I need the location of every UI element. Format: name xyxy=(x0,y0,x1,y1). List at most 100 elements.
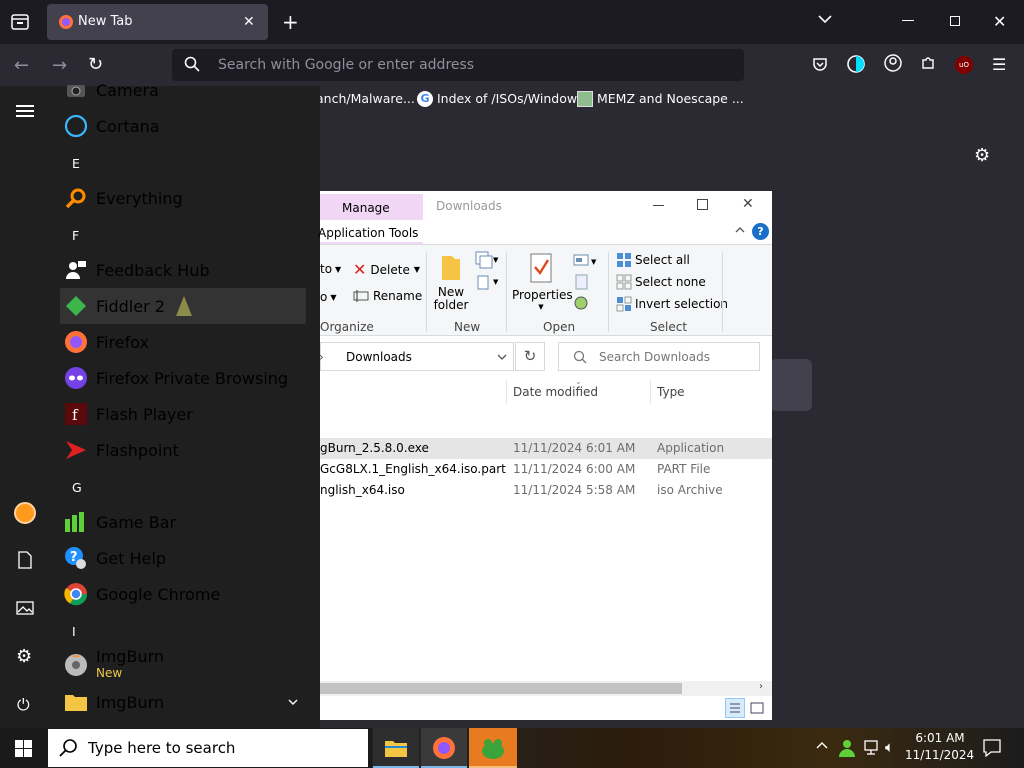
app-label: Flash Player xyxy=(96,404,193,424)
power-icon[interactable]: ⏻ xyxy=(17,695,30,715)
tray-app-person-icon[interactable] xyxy=(838,738,856,758)
scrollbar-thumb[interactable] xyxy=(320,683,682,694)
new-folder-button[interactable]: New folder xyxy=(432,252,470,314)
top-site-tile[interactable] xyxy=(770,359,812,411)
horizontal-scrollbar[interactable]: › xyxy=(320,681,772,696)
start-app-everything[interactable]: Everything xyxy=(60,180,306,216)
rename-button[interactable]: Rename xyxy=(353,289,422,303)
large-icons-view-icon[interactable] xyxy=(749,700,765,716)
ublock-origin-icon[interactable]: uO xyxy=(955,56,973,74)
svg-text:▼: ▼ xyxy=(591,258,597,266)
tab-application-tools[interactable]: Application Tools xyxy=(318,220,423,244)
account-icon[interactable] xyxy=(884,54,902,72)
select-none-button[interactable]: Select none xyxy=(616,274,706,290)
minimize-icon[interactable] xyxy=(653,205,664,206)
documents-icon[interactable] xyxy=(17,551,33,569)
restore-icon[interactable] xyxy=(950,16,960,26)
new-folder-icon xyxy=(442,256,460,280)
bookmark-item[interactable]: Index of /ISOs/Windows xyxy=(437,91,584,106)
invert-selection-button[interactable]: Invert selection xyxy=(616,296,728,312)
breadcrumb[interactable]: › Downloads xyxy=(319,342,514,371)
minimize-icon[interactable] xyxy=(902,20,914,21)
open-icons[interactable]: ▼ xyxy=(572,251,602,315)
maximize-icon[interactable] xyxy=(697,199,708,210)
app-label: ImgBurn xyxy=(96,692,165,712)
show-hidden-icons-chevron-icon[interactable] xyxy=(816,741,828,749)
start-app-flash-player[interactable]: f Flash Player xyxy=(60,396,306,432)
chevron-down-icon[interactable] xyxy=(818,14,832,24)
help-icon[interactable]: ? xyxy=(752,223,769,240)
table-row[interactable]: GcG8LX.1_English_x64.iso.part 11/11/2024… xyxy=(320,459,772,480)
list-all-tabs-icon[interactable] xyxy=(10,12,30,32)
scroll-right-icon[interactable]: › xyxy=(759,681,763,692)
start-app-imgburn[interactable]: ImgBurn New xyxy=(60,646,306,684)
start-app-firefox-private[interactable]: Firefox Private Browsing xyxy=(60,360,306,396)
clock-date[interactable]: 11/11/2024 xyxy=(905,748,974,762)
section-letter-g[interactable]: G xyxy=(72,480,82,495)
section-letter-i[interactable]: I xyxy=(72,624,76,639)
details-view-icon[interactable] xyxy=(725,698,745,718)
start-app-camera[interactable]: Camera xyxy=(60,72,306,108)
network-icon[interactable] xyxy=(862,740,880,756)
expand-menu-icon[interactable] xyxy=(16,110,34,112)
close-window-icon[interactable]: ✕ xyxy=(742,196,754,212)
select-all-button[interactable]: Select all xyxy=(616,252,690,268)
tab-title: New Tab xyxy=(78,14,133,29)
section-letter-f[interactable]: F xyxy=(72,228,79,243)
start-app-firefox[interactable]: Firefox xyxy=(60,324,306,360)
pocket-icon[interactable] xyxy=(812,56,828,72)
start-app-fiddler[interactable]: Fiddler 2 xyxy=(60,288,306,324)
chevron-down-icon[interactable] xyxy=(288,698,298,706)
windows-start-icon[interactable] xyxy=(15,740,32,757)
properties-button[interactable]: Properties ▼ xyxy=(512,252,573,314)
column-date-modified[interactable]: Date modified xyxy=(513,385,598,399)
back-arrow-icon[interactable]: ← xyxy=(14,55,29,76)
clock-time[interactable]: 6:01 AM xyxy=(912,731,968,745)
flash-player-icon: f xyxy=(64,402,88,426)
notification-center-icon[interactable] xyxy=(983,739,1001,757)
delete-x-icon: ✕ xyxy=(353,260,367,279)
hamburger-menu-icon[interactable]: ☰ xyxy=(992,55,1006,74)
start-app-cortana[interactable]: Cortana xyxy=(60,108,306,144)
start-app-imgburn-folder[interactable]: ImgBurn xyxy=(60,684,306,720)
group-organize-label: Organize xyxy=(320,320,374,334)
collapse-ribbon-icon[interactable] xyxy=(735,226,745,234)
copy-to-button[interactable]: to ▼ xyxy=(320,262,341,276)
pictures-icon[interactable] xyxy=(16,600,34,616)
bookmark-item[interactable]: anch/Malware... xyxy=(316,91,415,106)
column-type[interactable]: Type xyxy=(657,385,685,399)
refresh-icon[interactable]: ↻ xyxy=(515,342,545,371)
tab-manage[interactable]: Manage xyxy=(320,194,423,220)
start-app-game-bar[interactable]: Game Bar xyxy=(60,504,306,540)
close-window-icon[interactable]: ✕ xyxy=(993,12,1006,31)
table-row[interactable]: gBurn_2.5.8.0.exe 11/11/2024 6:01 AM App… xyxy=(320,438,772,459)
start-app-google-chrome[interactable]: Google Chrome xyxy=(60,576,306,612)
settings-gear-icon[interactable]: ⚙ xyxy=(974,145,990,166)
settings-gear-icon[interactable]: ⚙ xyxy=(16,646,32,667)
chevron-down-icon[interactable] xyxy=(497,353,507,361)
taskbar-firefox[interactable] xyxy=(421,728,467,768)
user-avatar[interactable] xyxy=(14,502,36,524)
taskbar-app-frog[interactable] xyxy=(469,728,517,768)
start-app-flashpoint[interactable]: Flashpoint xyxy=(60,432,306,468)
volume-icon[interactable]: 🔈︎ xyxy=(885,738,894,756)
start-app-feedback-hub[interactable]: Feedback Hub xyxy=(60,252,306,288)
browser-tab-new-tab[interactable]: New Tab ✕ xyxy=(47,4,268,40)
new-tab-plus-icon[interactable]: + xyxy=(282,10,299,34)
sync-account-icon[interactable] xyxy=(846,54,866,74)
delete-button[interactable]: ✕ Delete ▼ xyxy=(353,260,420,279)
group-open-label: Open xyxy=(543,320,576,334)
move-to-button[interactable]: o ▼ xyxy=(320,290,337,304)
bookmark-item[interactable]: MEMZ and Noescape ... xyxy=(597,91,744,106)
taskbar-search-input[interactable]: Type here to search xyxy=(48,729,368,767)
app-label: Get Help xyxy=(96,548,167,568)
new-item-icon[interactable]: ▼ ▼ xyxy=(474,250,500,292)
extensions-puzzle-icon[interactable] xyxy=(920,55,936,71)
table-row[interactable]: nglish_x64.iso 11/11/2024 5:58 AM iso Ar… xyxy=(320,480,772,501)
search-downloads-input[interactable]: Search Downloads xyxy=(558,342,760,371)
close-tab-icon[interactable]: ✕ xyxy=(243,14,255,30)
start-app-get-help[interactable]: ? Get Help xyxy=(60,540,306,576)
taskbar-file-explorer[interactable] xyxy=(373,728,419,768)
section-letter-e[interactable]: E xyxy=(72,156,80,171)
divider xyxy=(506,252,507,332)
